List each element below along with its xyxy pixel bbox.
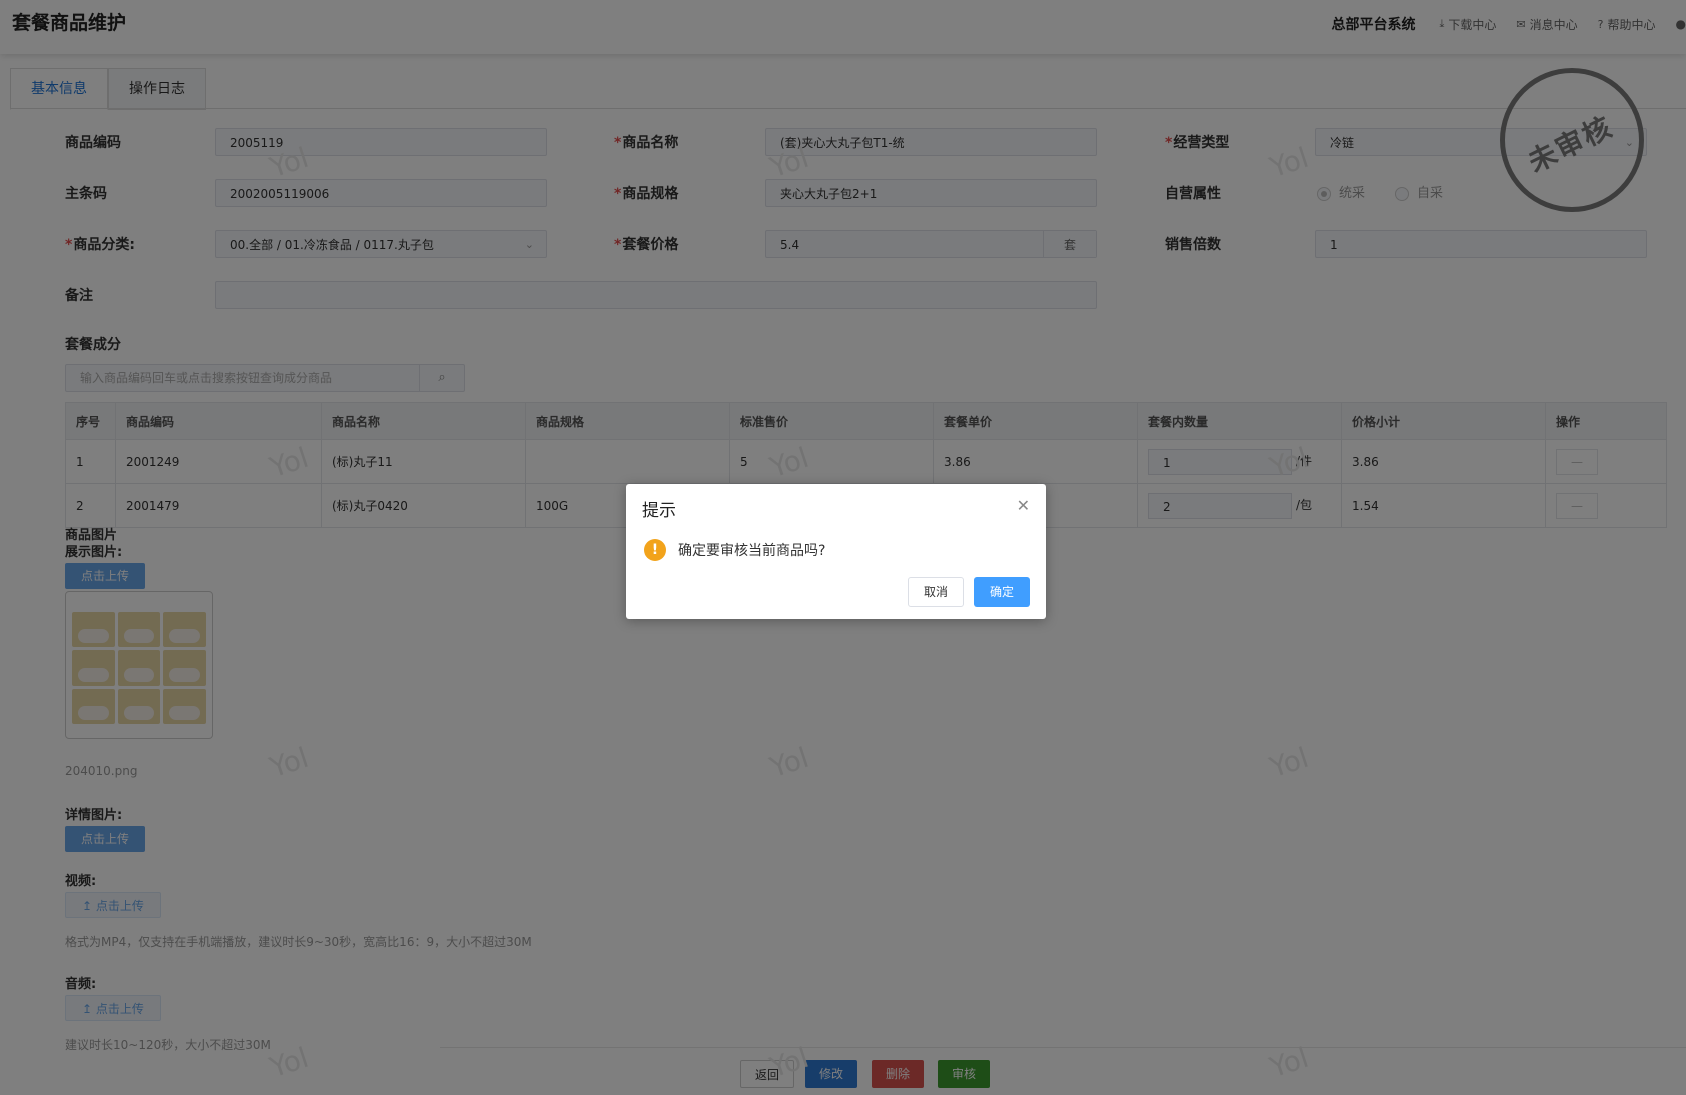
warning-icon: ! <box>644 539 666 561</box>
dialog-cancel-button[interactable]: 取消 <box>908 577 964 607</box>
dialog-message: 确定要审核当前商品吗? <box>678 543 826 559</box>
dialog-title: 提示 <box>642 501 676 521</box>
close-icon[interactable]: ✕ <box>1017 496 1030 515</box>
dialog-confirm-button[interactable]: 确定 <box>974 577 1030 607</box>
confirm-dialog: 提示 ✕ ! 确定要审核当前商品吗? 取消 确定 <box>626 484 1046 619</box>
